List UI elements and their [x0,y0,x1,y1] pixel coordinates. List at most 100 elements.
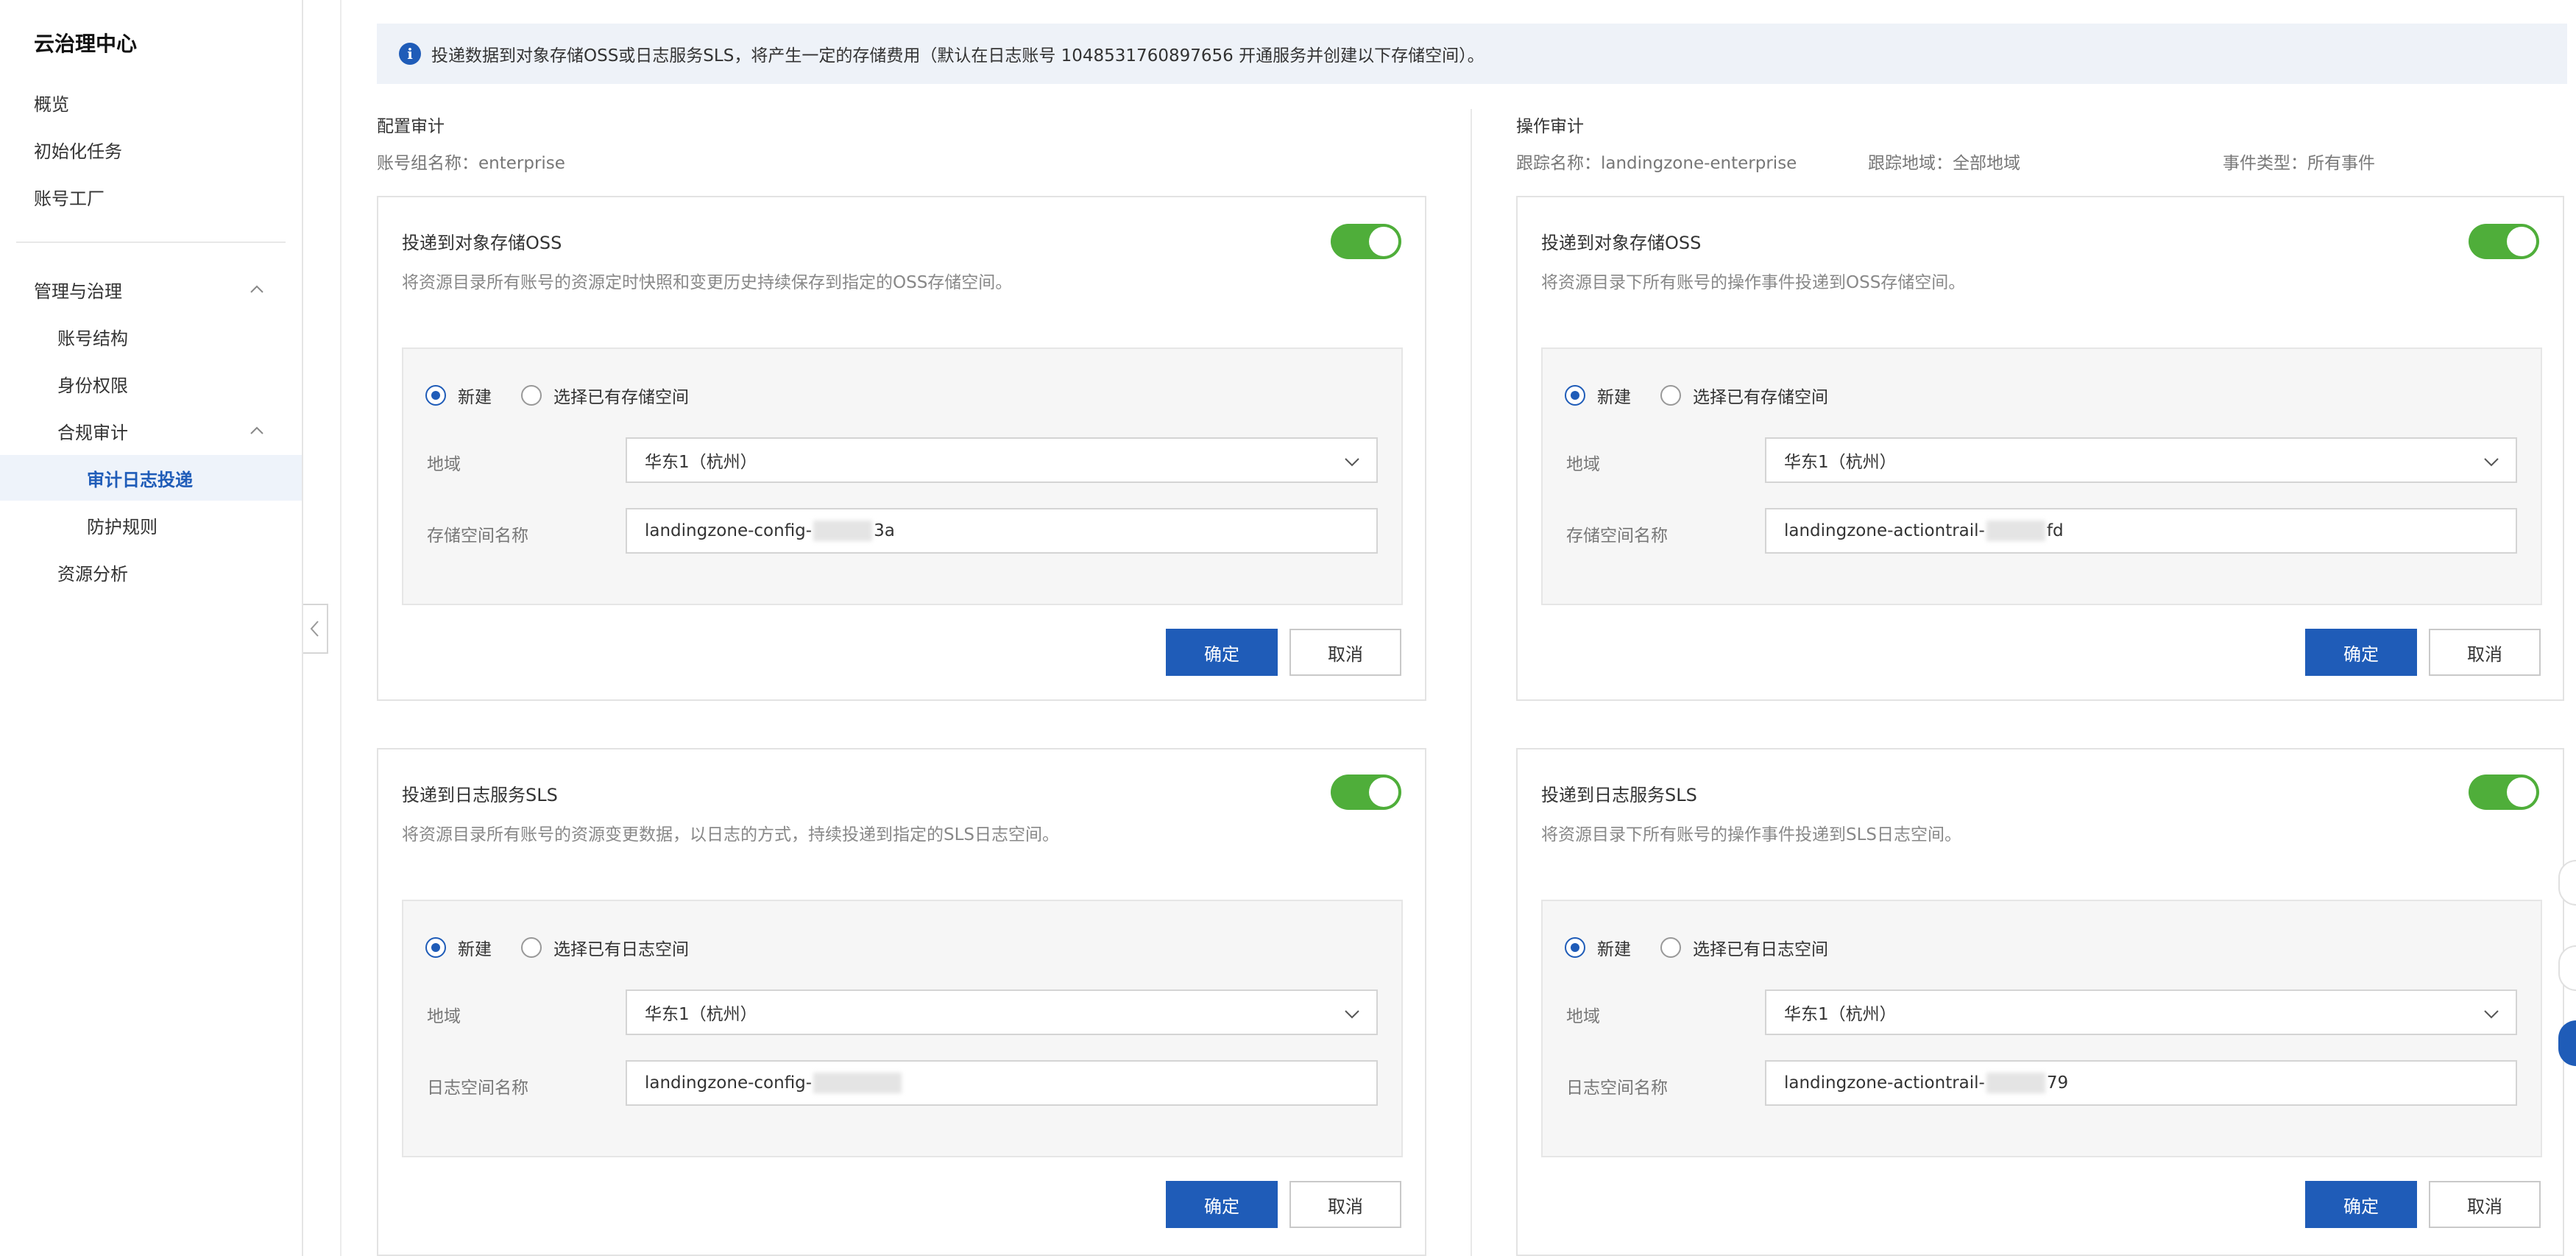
logstore-name-label: 日志空间名称 [1566,1079,1668,1098]
radio-label: 新建 [458,940,492,959]
region-label: 地域 [1566,455,1600,474]
chevron-up-icon [250,426,263,434]
input-value-suffix: 79 [2046,1073,2069,1093]
action-audit-trail-region: 跟踪地域：全部地域 [1868,154,2020,173]
radio-label: 新建 [1597,940,1631,959]
sidebar-group-compliance[interactable]: 合规审计 [0,408,302,454]
bucket-name-input[interactable]: landingzone-actiontrail-fd [1765,508,2517,554]
config-oss-toggle[interactable] [1331,224,1401,259]
config-sls-form: 新建 选择已有日志空间 地域 华东1（杭州） 日志空间名称 landingzon… [402,900,1403,1157]
card-title: 投递到对象存储OSS [1541,233,1702,253]
cancel-button[interactable]: 取消 [1289,1181,1401,1228]
chevron-left-icon [310,621,319,637]
sidebar-item-label: 账号工厂 [34,188,105,209]
sidebar-item-label: 身份权限 [57,375,128,396]
logstore-name-input[interactable]: landingzone-actiontrail- 79 [1765,1060,2517,1106]
action-oss-toggle[interactable] [2469,224,2539,259]
sidebar: 云治理中心 概览 初始化任务 账号工厂 管理与治理 账号结构 身份权限 合规审计… [0,0,303,1256]
radio-new[interactable]: 新建 [425,935,492,960]
chevron-down-icon [1345,458,1359,467]
region-select[interactable]: 华东1（杭州） [626,989,1378,1035]
radio-new[interactable]: 新建 [425,383,492,408]
confirm-button[interactable]: 确定 [2305,629,2417,676]
sidebar-item-label: 账号结构 [57,328,128,349]
region-value: 华东1（杭州） [645,453,757,472]
action-audit-title: 操作审计 [1516,117,1584,136]
sidebar-group-management[interactable]: 管理与治理 [0,267,302,312]
sidebar-item-label: 防护规则 [87,516,158,537]
content-edge [340,0,342,1256]
region-label: 地域 [427,455,461,474]
logstore-name-label: 日志空间名称 [427,1079,528,1098]
sidebar-item-account-factory[interactable]: 账号工厂 [0,174,302,219]
input-value-prefix: landingzone-actiontrail- [1784,1073,1985,1093]
action-oss-form: 新建 选择已有存储空间 地域 华东1（杭州） 存储空间名称 landingzon… [1541,347,2542,605]
card-title: 投递到日志服务SLS [402,785,558,805]
cancel-button[interactable]: 取消 [1289,629,1401,676]
cancel-button[interactable]: 取消 [2429,1181,2541,1228]
region-value: 华东1（杭州） [645,1005,757,1024]
config-sls-toggle[interactable] [1331,775,1401,810]
card-description: 将资源目录所有账号的资源变更数据，以日志的方式，持续投递到指定的SLS日志空间。 [402,825,1060,844]
radio-select-existing[interactable]: 选择已有存储空间 [521,383,689,408]
sidebar-item-label: 概览 [34,94,69,115]
radio-new[interactable]: 新建 [1565,935,1631,960]
input-value-prefix: landingzone-config- [645,521,813,540]
toggle-knob [2507,777,2536,807]
confirm-button[interactable]: 确定 [2305,1181,2417,1228]
radio-select-existing[interactable]: 选择已有日志空间 [521,935,689,960]
sidebar-item-label: 资源分析 [57,563,128,585]
radio-dot [425,385,446,406]
region-select[interactable]: 华东1（杭州） [1765,989,2517,1035]
column-divider [1471,109,1472,1256]
action-audit-trail-name: 跟踪名称：landingzone-enterprise [1516,154,1797,173]
confirm-button[interactable]: 确定 [1166,629,1278,676]
radio-dot [521,385,542,406]
redacted-blur [1986,521,2045,541]
sidebar-item-label: 审计日志投递 [87,469,193,490]
sidebar-divider [16,241,286,243]
logstore-name-input[interactable]: landingzone-config- [626,1060,1378,1106]
input-value-suffix: 3a [874,521,895,540]
action-sls-toggle[interactable] [2469,775,2539,810]
redacted-blur [813,521,873,541]
config-oss-card: 投递到对象存储OSS 将资源目录所有账号的资源定时快照和变更历史持续保存到指定的… [377,196,1426,701]
sidebar-item-guardrails[interactable]: 防护规则 [0,502,302,548]
cancel-button[interactable]: 取消 [2429,629,2541,676]
sidebar-collapse-button[interactable] [303,604,328,654]
radio-label: 新建 [458,388,492,407]
radio-select-existing[interactable]: 选择已有日志空间 [1660,935,1828,960]
sidebar-item-resource-analysis[interactable]: 资源分析 [0,549,302,595]
radio-dot [1660,937,1681,958]
toggle-knob [1369,227,1398,256]
region-value: 华东1（杭州） [1784,453,1897,472]
sidebar-item-label: 合规审计 [57,422,128,443]
input-value-suffix: fd [2046,521,2064,540]
sidebar-item-identity[interactable]: 身份权限 [0,361,302,406]
sidebar-item-label: 初始化任务 [34,141,122,162]
card-description: 将资源目录所有账号的资源定时快照和变更历史持续保存到指定的OSS存储空间。 [402,273,1013,292]
radio-label: 新建 [1597,388,1631,407]
bucket-name-input[interactable]: landingzone-config- 3a [626,508,1378,554]
action-sls-form: 新建 选择已有日志空间 地域 华东1（杭州） 日志空间名称 landingzon… [1541,900,2542,1157]
config-audit-title: 配置审计 [377,117,445,136]
radio-select-existing[interactable]: 选择已有存储空间 [1660,383,1828,408]
bucket-name-label: 存储空间名称 [1566,526,1668,546]
action-oss-card: 投递到对象存储OSS 将资源目录下所有账号的操作事件投递到OSS存储空间。 新建… [1516,196,2564,701]
card-description: 将资源目录下所有账号的操作事件投递到OSS存储空间。 [1541,273,1966,292]
region-value: 华东1（杭州） [1784,1005,1897,1024]
card-title: 投递到日志服务SLS [1541,785,1697,805]
sidebar-item-overview[interactable]: 概览 [0,80,302,125]
chevron-down-icon [2484,1010,2499,1019]
redacted-blur [1986,1073,2045,1093]
sidebar-item-init-tasks[interactable]: 初始化任务 [0,127,302,172]
region-select[interactable]: 华东1（杭州） [626,437,1378,483]
region-select[interactable]: 华东1（杭州） [1765,437,2517,483]
sidebar-item-audit-log-delivery[interactable]: 审计日志投递 [0,455,302,501]
notice-text: 投递数据到对象存储OSS或日志服务SLS，将产生一定的存储费用（默认在日志账号 … [431,46,1485,66]
action-audit-event-type: 事件类型：所有事件 [2223,154,2375,173]
bucket-name-label: 存储空间名称 [427,526,528,546]
sidebar-item-account-structure[interactable]: 账号结构 [0,314,302,359]
confirm-button[interactable]: 确定 [1166,1181,1278,1228]
radio-new[interactable]: 新建 [1565,383,1631,408]
